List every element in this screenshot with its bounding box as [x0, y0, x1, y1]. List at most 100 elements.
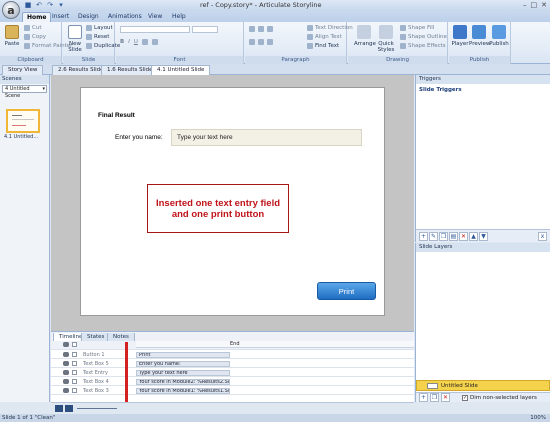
zoom-slider[interactable]	[77, 408, 117, 409]
tab-results-slide-1-6[interactable]: 1.6 Results Slide	[101, 65, 159, 75]
lock-icon[interactable]	[72, 379, 77, 384]
preview-icon	[472, 25, 486, 39]
dropdown-icon[interactable]: ▾	[57, 1, 65, 9]
edit-trigger-icon[interactable]: ✎	[429, 231, 438, 241]
tab-untitled-slide[interactable]: 4.1 Untitled Slide	[151, 65, 211, 75]
timeline-row[interactable]: Text Entry Type your text here	[51, 369, 414, 377]
copy-trigger-icon[interactable]: ❐	[439, 231, 448, 241]
new-layer-icon[interactable]: +	[419, 393, 428, 402]
end-marker[interactable]: End	[230, 341, 240, 347]
find-text-button[interactable]: Find Text	[307, 43, 339, 49]
layout-button[interactable]: Layout	[86, 25, 113, 31]
cut-icon	[24, 25, 30, 31]
duplicate-icon	[86, 43, 92, 49]
undo-icon[interactable]: ↶	[35, 1, 43, 9]
base-layer-row[interactable]: Untitled Slide	[416, 380, 550, 391]
lock-icon[interactable]	[72, 388, 77, 393]
align-left-icon[interactable]	[249, 39, 255, 45]
maximize-button[interactable]: □	[531, 1, 538, 9]
document-tabs: Story View 2.6 Results Slide 1.6 Results…	[0, 64, 550, 75]
publish-button[interactable]: Publish	[489, 25, 509, 47]
app-menu-button[interactable]: a	[2, 1, 20, 19]
thumbnail-label: 4.1 Untitled...	[4, 134, 39, 140]
bold-icon[interactable]: B	[120, 39, 124, 45]
bullets-icon[interactable]	[249, 26, 255, 32]
zoom-level[interactable]: 100%	[530, 414, 546, 422]
eye-icon[interactable]	[63, 370, 69, 375]
eye-icon[interactable]	[63, 342, 69, 347]
indent-icon[interactable]	[267, 26, 273, 32]
paste-button[interactable]: Paste	[2, 25, 22, 47]
numbering-icon[interactable]	[258, 26, 264, 32]
eye-icon[interactable]	[63, 352, 69, 357]
scene-select[interactable]: 4 Untitled Scene ▾	[2, 85, 47, 99]
shape-effects-icon	[400, 43, 406, 49]
tab-help[interactable]: Help	[168, 12, 190, 22]
timeline-row[interactable]: Text Box 3 Your score in Module1: %Result…	[51, 387, 414, 395]
delete-trigger-icon[interactable]: ✕	[459, 231, 468, 241]
new-slide-button[interactable]: New Slide	[65, 25, 85, 53]
variables-icon[interactable]: x	[538, 231, 547, 241]
shape-outline-button[interactable]: Shape Outline	[400, 34, 447, 40]
delete-layer-icon[interactable]: ✕	[441, 393, 450, 402]
reset-button[interactable]: Reset	[86, 34, 109, 40]
player-button[interactable]: Player	[450, 25, 470, 47]
align-center-icon[interactable]	[258, 39, 264, 45]
slide-thumbnail[interactable]	[6, 109, 40, 133]
slide-triggers-label[interactable]: Slide Triggers	[419, 87, 462, 93]
quick-styles-button[interactable]: Quick Styles	[376, 25, 396, 53]
timeline-ruler[interactable]: End	[136, 341, 414, 348]
new-trigger-icon[interactable]: +	[419, 231, 428, 241]
lock-icon[interactable]	[72, 361, 77, 366]
eye-icon[interactable]	[63, 388, 69, 393]
tab-animations[interactable]: Animations	[104, 12, 146, 22]
lock-icon[interactable]	[72, 352, 77, 357]
underline-icon[interactable]: U	[134, 39, 138, 45]
minimize-button[interactable]: –	[523, 1, 527, 9]
text-direction-button[interactable]: Text Direction	[307, 25, 353, 31]
timeline-row[interactable]: Text Box 4 Your score in Module2: %Result…	[51, 378, 414, 386]
tab-view[interactable]: View	[144, 12, 166, 22]
font-family-dropdown[interactable]	[120, 26, 190, 33]
play-icon[interactable]	[55, 405, 63, 412]
duplicate-layer-icon[interactable]: ❐	[430, 393, 439, 402]
eye-icon[interactable]	[63, 361, 69, 366]
layer-thumbnail	[427, 383, 438, 389]
slide-heading[interactable]: Final Result	[98, 112, 135, 119]
font-color-icon[interactable]	[151, 39, 158, 45]
timeline-row[interactable]: Button 1 Print	[51, 351, 414, 359]
arrange-icon	[357, 25, 371, 39]
move-up-icon[interactable]: ▲	[469, 231, 478, 241]
tab-story-view[interactable]: Story View	[2, 65, 44, 75]
close-button[interactable]: ✕	[541, 1, 547, 9]
move-down-icon[interactable]: ▼	[479, 231, 488, 241]
playhead[interactable]	[125, 342, 128, 402]
copy-icon	[24, 34, 30, 40]
strikethrough-icon[interactable]	[141, 39, 148, 45]
shape-fill-button[interactable]: Shape Fill	[400, 25, 434, 31]
copy-button[interactable]: Copy	[24, 34, 46, 40]
tab-design[interactable]: Design	[74, 12, 103, 22]
drawing-group: Arrange Quick Styles Shape Fill Shape Ou…	[348, 22, 448, 64]
shape-effects-button[interactable]: Shape Effects	[400, 43, 446, 49]
align-text-button[interactable]: Align Text	[307, 34, 342, 40]
enter-name-label[interactable]: Enter you name:	[115, 134, 163, 141]
cut-button[interactable]: Cut	[24, 25, 41, 31]
save-icon[interactable]: ■	[24, 1, 32, 9]
preview-button[interactable]: Preview	[469, 25, 490, 47]
paste-trigger-icon[interactable]: ▤	[449, 231, 458, 241]
italic-icon[interactable]: I	[128, 39, 130, 45]
stop-icon[interactable]	[65, 405, 73, 412]
align-right-icon[interactable]	[267, 39, 273, 45]
timeline-row[interactable]: Text Box 5 Enter you name:	[51, 360, 414, 368]
eye-icon[interactable]	[63, 379, 69, 384]
tab-insert[interactable]: Insert	[48, 12, 73, 22]
dim-checkbox[interactable]: ✓	[462, 394, 468, 401]
lock-icon[interactable]	[72, 370, 77, 375]
arrange-button[interactable]: Arrange	[354, 25, 376, 47]
font-size-dropdown[interactable]	[192, 26, 218, 33]
print-button[interactable]: Print	[317, 282, 376, 300]
redo-icon[interactable]: ↷	[46, 1, 54, 9]
lock-icon[interactable]	[72, 342, 77, 347]
text-entry-field[interactable]: Type your text here	[171, 129, 362, 146]
